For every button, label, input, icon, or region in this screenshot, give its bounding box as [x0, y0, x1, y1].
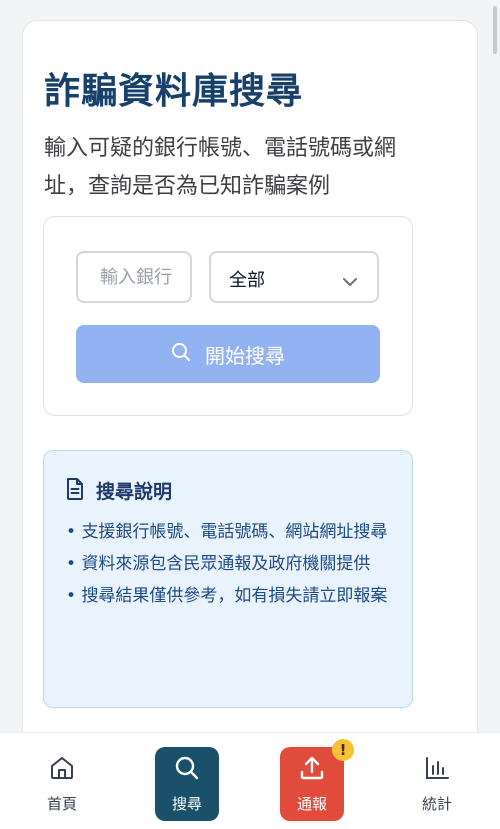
search-submit-button[interactable]: 開始搜尋 [76, 325, 380, 383]
search-instructions: 搜尋說明 支援銀行帳號、電話號碼、網站網址搜尋 資料來源包含民眾通報及政府機關提… [43, 450, 413, 708]
nav-item-stats[interactable]: 統計 [405, 747, 469, 821]
nav-item-search[interactable]: 搜尋 [155, 747, 219, 821]
page-scrollbar[interactable] [493, 6, 497, 54]
nav-item-home[interactable]: 首頁 [30, 747, 94, 821]
nav-label-home: 首頁 [46, 794, 77, 813]
nav-item-report[interactable]: 通報 ! [280, 739, 354, 821]
nav-label-stats: 統計 [421, 794, 452, 813]
search-submit-label: 開始搜尋 [205, 343, 285, 368]
instructions-list: 支援銀行帳號、電話號碼、網站網址搜尋 資料來源包含民眾通報及政府機關提供 搜尋結… [66, 519, 388, 615]
search-form: 全部 開始搜尋 [43, 216, 413, 416]
category-select-value: 全部 [229, 270, 265, 291]
chevron-down-icon [343, 272, 357, 291]
page-subtitle: 輸入可疑的銀行帳號、電話號碼或網址，查詢是否為已知詐騙案例 [44, 136, 397, 199]
nav-label-search: 搜尋 [171, 794, 202, 813]
search-icon [171, 342, 191, 367]
alert-badge: ! [332, 739, 354, 761]
bar-chart-icon [424, 755, 450, 785]
page-title: 詐騙資料庫搜尋 [44, 71, 304, 112]
nav-label-report: 通報 [296, 794, 327, 813]
instruction-item: 搜尋結果僅供參考，如有損失請立即報案 [66, 583, 388, 609]
search-icon [174, 755, 200, 785]
instruction-item: 資料來源包含民眾通報及政府機關提供 [66, 551, 388, 577]
category-select[interactable]: 全部 [209, 251, 379, 303]
instruction-item: 支援銀行帳號、電話號碼、網站網址搜尋 [66, 519, 388, 545]
search-input[interactable] [76, 251, 192, 303]
document-icon [66, 477, 84, 504]
instructions-title: 搜尋說明 [96, 481, 173, 503]
upload-icon [299, 755, 325, 785]
home-icon [49, 755, 75, 785]
bottom-nav: 首頁 搜尋 通報 ! 統計 [0, 732, 500, 829]
